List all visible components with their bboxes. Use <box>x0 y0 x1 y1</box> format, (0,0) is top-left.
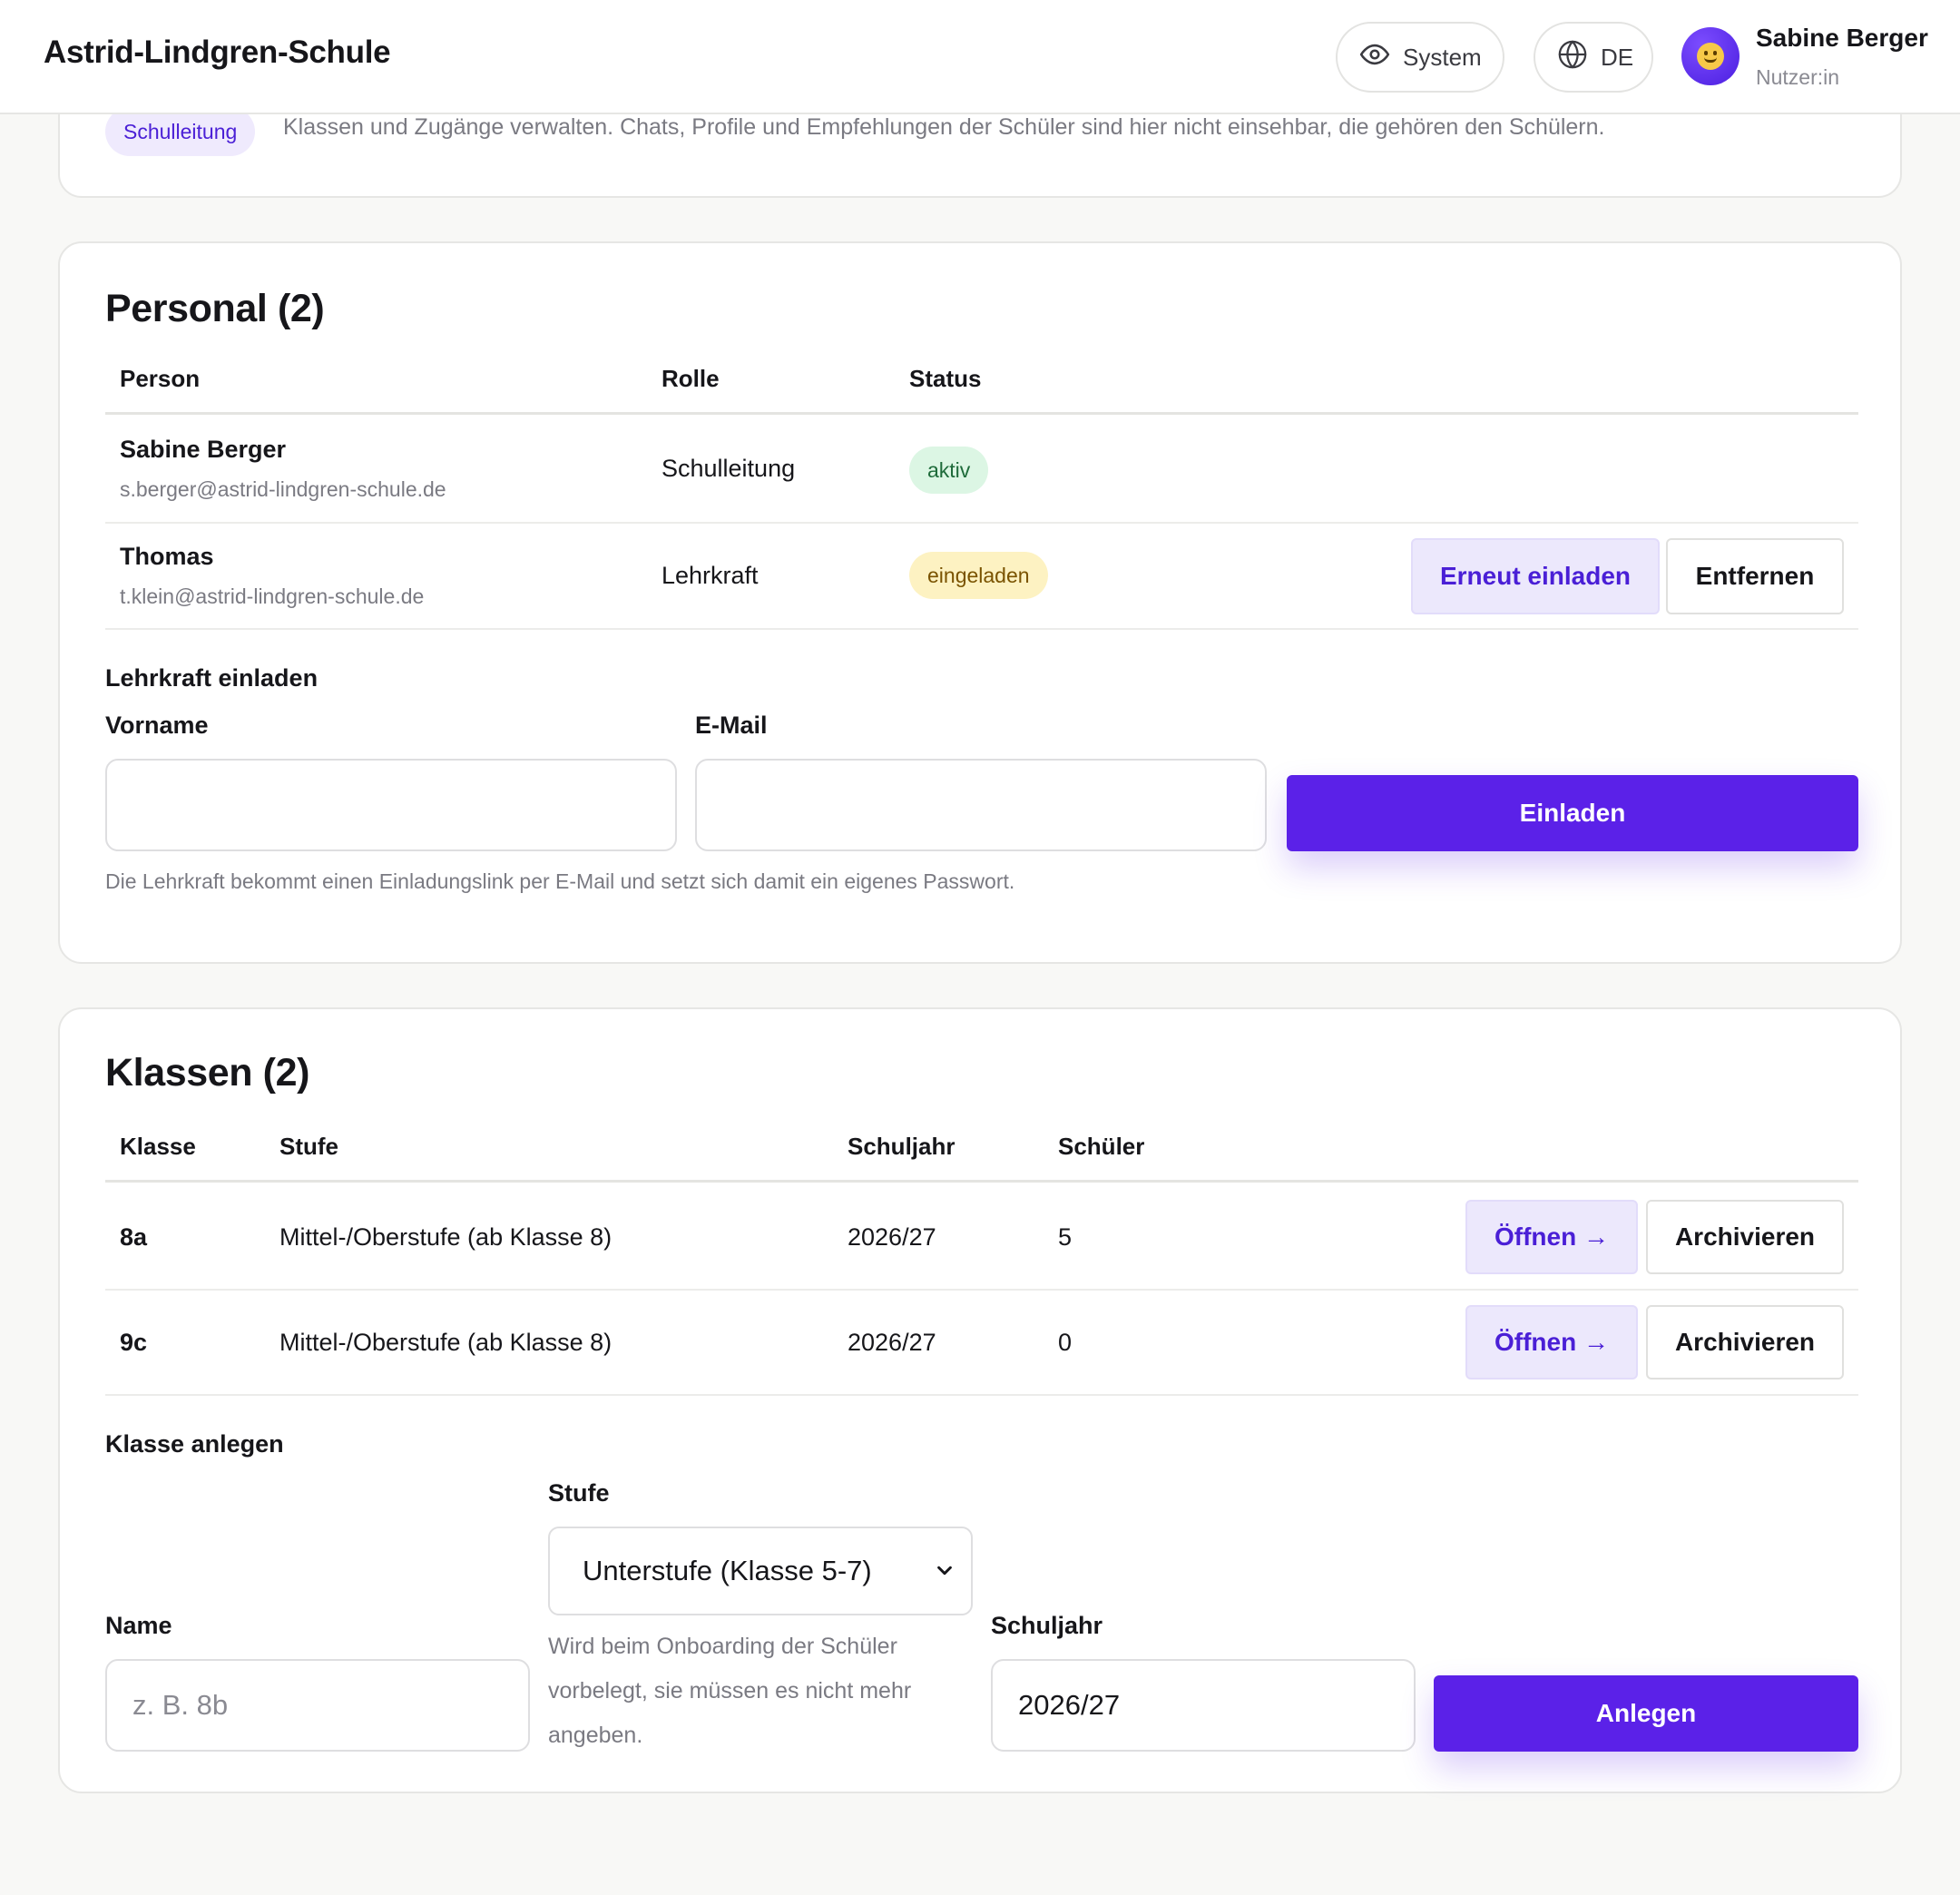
klasse-name: 9c <box>120 1329 148 1356</box>
person-role: Schulleitung <box>662 455 796 482</box>
row-divider <box>105 522 1858 524</box>
column-header-person: Person <box>120 365 201 392</box>
klasse-schueler-count: 5 <box>1058 1223 1073 1251</box>
create-class-heading: Klasse anlegen <box>105 1430 284 1458</box>
klasse-schuljahr: 2026/27 <box>848 1329 936 1356</box>
user-name: Sabine Berger <box>1756 24 1928 52</box>
theme-toggle-label: System <box>1403 43 1482 71</box>
firstname-input[interactable] <box>105 759 677 851</box>
reinvite-button[interactable]: Erneut einladen <box>1411 538 1660 614</box>
person-role: Lehrkraft <box>662 562 759 589</box>
open-class-button[interactable]: Öffnen → <box>1465 1200 1638 1274</box>
globe-icon <box>1557 39 1588 76</box>
klasse-schuljahr: 2026/27 <box>848 1223 936 1251</box>
eye-icon <box>1359 39 1390 76</box>
status-badge: eingeladen <box>909 552 1048 599</box>
row-divider <box>105 628 1858 630</box>
stufe-label: Stufe <box>548 1479 610 1507</box>
schuljahr-input[interactable]: 2026/27 <box>991 1659 1416 1752</box>
smiley-icon <box>1697 43 1724 70</box>
app-title: Astrid-Lindgren-Schule <box>44 34 391 70</box>
klasse-stufe: Mittel-/Oberstufe (ab Klasse 8) <box>279 1223 612 1251</box>
schuljahr-label: Schuljahr <box>991 1612 1103 1639</box>
stufe-selected-value: Unterstufe (Klasse 5-7) <box>583 1555 872 1586</box>
name-label: Name <box>105 1612 172 1639</box>
table-header-divider <box>105 1180 1858 1183</box>
status-badge: aktiv <box>909 447 989 494</box>
row-divider <box>105 1289 1858 1291</box>
column-header-schuljahr: Schuljahr <box>848 1133 956 1160</box>
avatar[interactable] <box>1681 27 1740 85</box>
stufe-select[interactable]: Unterstufe (Klasse 5-7) <box>548 1527 973 1615</box>
email-input[interactable] <box>695 759 1267 851</box>
klasse-stufe: Mittel-/Oberstufe (ab Klasse 8) <box>279 1329 612 1356</box>
firstname-label: Vorname <box>105 712 209 739</box>
invite-heading: Lehrkraft einladen <box>105 664 318 692</box>
klasse-schueler-count: 0 <box>1058 1329 1073 1356</box>
klasse-name: 8a <box>120 1223 148 1251</box>
column-header-stufe: Stufe <box>279 1133 338 1160</box>
class-name-input[interactable]: z. B. 8b <box>105 1659 530 1752</box>
email-label: E-Mail <box>695 712 768 739</box>
klassen-card: Klassen (2) Klasse Stufe Schuljahr Schül… <box>58 1007 1902 1793</box>
person-email: s.berger@astrid-lindgren-schule.de <box>120 477 446 501</box>
column-header-schueler: Schüler <box>1058 1133 1145 1160</box>
intro-text: Klassen und Zugänge verwalten. Chats, Pr… <box>283 114 1605 140</box>
table-header-divider <box>105 412 1858 415</box>
invite-help-text: Die Lehrkraft bekommt einen Einladungsli… <box>105 869 1015 893</box>
personal-card: Personal (2) Person Rolle Status Sabine … <box>58 241 1902 964</box>
archive-class-button[interactable]: Archivieren <box>1646 1305 1844 1380</box>
language-button[interactable]: DE <box>1534 22 1653 93</box>
user-role: Nutzer:in <box>1756 65 1840 89</box>
archive-class-button[interactable]: Archivieren <box>1646 1200 1844 1274</box>
klassen-title: Klassen (2) <box>105 1051 310 1095</box>
person-name: Sabine Berger <box>120 436 287 463</box>
chevron-down-icon <box>935 1555 955 1587</box>
top-bar: Astrid-Lindgren-Schule System DE Sabine … <box>0 0 1960 114</box>
open-class-button[interactable]: Öffnen → <box>1465 1305 1638 1380</box>
invite-button[interactable]: Einladen <box>1287 775 1858 851</box>
row-divider <box>105 1394 1858 1396</box>
language-label: DE <box>1601 43 1634 71</box>
remove-button[interactable]: Entfernen <box>1666 538 1844 614</box>
column-header-rolle: Rolle <box>662 365 720 392</box>
column-header-status: Status <box>909 365 982 392</box>
theme-toggle-button[interactable]: System <box>1336 22 1504 93</box>
role-chip: Schulleitung <box>105 107 256 156</box>
create-class-button[interactable]: Anlegen <box>1434 1675 1858 1752</box>
person-name: Thomas <box>120 543 214 570</box>
person-email: t.klein@astrid-lindgren-schule.de <box>120 584 425 608</box>
personal-title: Personal (2) <box>105 287 325 330</box>
stufe-help-text: Wird beim Onboarding der Schüler vorbele… <box>548 1634 912 1748</box>
column-header-klasse: Klasse <box>120 1133 196 1160</box>
